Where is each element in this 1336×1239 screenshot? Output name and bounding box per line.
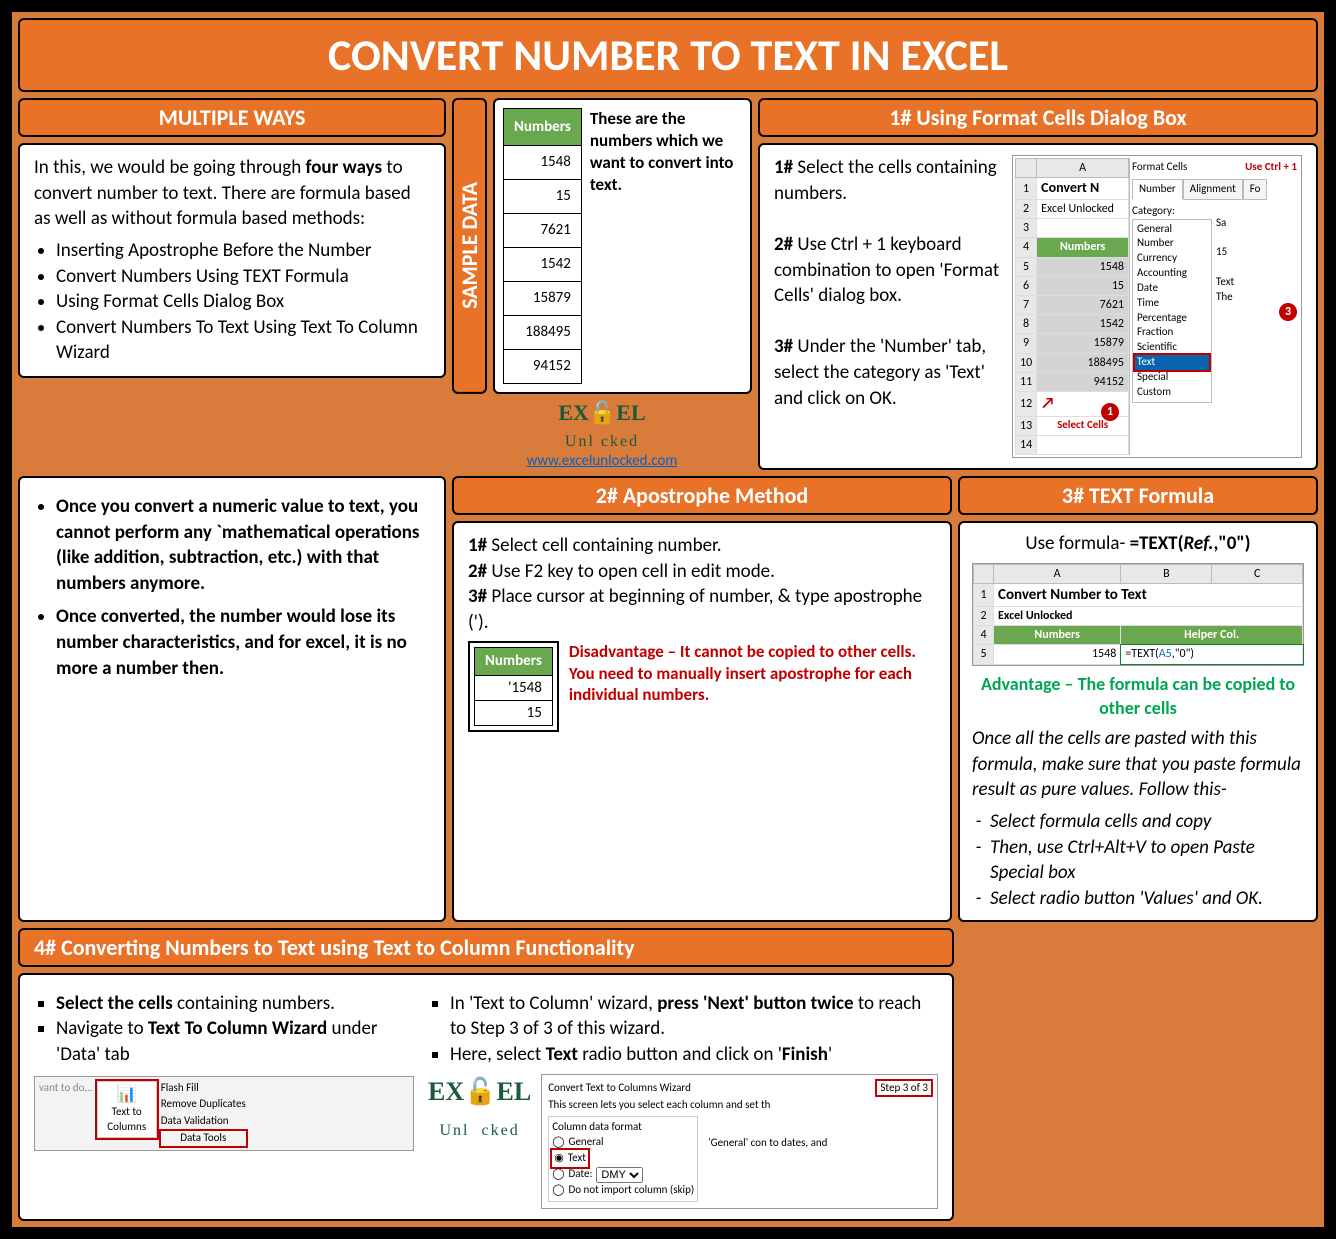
method-1-section: 1# Using Format Cells Dialog Box 1# Sele… bbox=[758, 98, 1318, 470]
list-item: Convert Numbers Using TEXT Formula bbox=[56, 264, 430, 290]
text-to-columns-button[interactable]: 📊 Text to Columns bbox=[97, 1081, 157, 1138]
sample-cell: 1542 bbox=[504, 247, 582, 281]
method-1-steps: 1# Select the cells containing numbers. … bbox=[774, 155, 1004, 458]
row-1: MULTIPLE WAYS In this, we would be going… bbox=[18, 98, 1318, 470]
disadvantage-text: Disadvantage – It cannot be copied to ot… bbox=[569, 641, 936, 705]
notes-box: Once you convert a numeric value to text… bbox=[18, 476, 446, 922]
method-2-section: 2# Apostrophe Method 1# Select cell cont… bbox=[452, 476, 952, 922]
sample-table: Numbers 1548 15 7621 1542 15879 188495 9… bbox=[503, 108, 582, 384]
tab-font[interactable]: Fo bbox=[1243, 179, 1268, 200]
methods-list: Inserting Apostrophe Before the Number C… bbox=[34, 238, 430, 366]
note-item: Once converted, the number would lose it… bbox=[56, 604, 430, 681]
method-1-body: 1# Select the cells containing numbers. … bbox=[758, 143, 1318, 470]
badge-1: 1 bbox=[1101, 403, 1119, 421]
data-tools-group: Data Tools bbox=[161, 1131, 246, 1146]
paste-special-steps: Select formula cells and copy Then, use … bbox=[972, 809, 1304, 912]
sample-data-label: SAMPLE DATA bbox=[452, 98, 487, 394]
sample-data-box: Numbers 1548 15 7621 1542 15879 188495 9… bbox=[493, 98, 752, 394]
note-item: Once you convert a numeric value to text… bbox=[56, 494, 430, 597]
method-4-left: Select the cells containing numbers. Nav… bbox=[34, 985, 414, 1209]
advantage-text: Advantage – The formula can be copied to… bbox=[972, 672, 1304, 721]
list-item: Inserting Apostrophe Before the Number bbox=[56, 238, 430, 264]
sample-cell: 15879 bbox=[504, 281, 582, 315]
method-3-note: Once all the cells are pasted with this … bbox=[972, 726, 1304, 803]
category-list[interactable]: General Number Currency Accounting Date … bbox=[1132, 219, 1212, 403]
logo-block: EX🔓EL Unl cked www.excelunlocked.com bbox=[452, 400, 752, 470]
list-item: Convert Numbers To Text Using Text To Co… bbox=[56, 315, 430, 366]
apostrophe-mock: Numbers '1548 15 bbox=[468, 641, 559, 732]
wizard-mock: Convert Text to Columns Wizard Step 3 of… bbox=[541, 1074, 938, 1209]
text-radio[interactable]: ◉ Text bbox=[552, 1150, 588, 1167]
method-1-header: 1# Using Format Cells Dialog Box bbox=[758, 98, 1318, 137]
sample-caption: These are the numbers which we want to c… bbox=[590, 108, 742, 384]
badge-3: 3 bbox=[1279, 303, 1297, 321]
list-item: Using Format Cells Dialog Box bbox=[56, 289, 430, 315]
method-4-right: In 'Text to Column' wizard, press 'Next'… bbox=[428, 985, 938, 1209]
sample-data-section: SAMPLE DATA Numbers 1548 15 7621 1542 15… bbox=[452, 98, 752, 470]
multiple-ways-header: MULTIPLE WAYS bbox=[18, 98, 446, 137]
multiple-ways-body: In this, we would be going through four … bbox=[18, 143, 446, 378]
website-link[interactable]: www.excelunlocked.com bbox=[452, 452, 752, 470]
sample-cell: 15 bbox=[504, 179, 582, 213]
multiple-ways-section: MULTIPLE WAYS In this, we would be going… bbox=[18, 98, 446, 470]
sample-cell: 1548 bbox=[504, 145, 582, 179]
logo: EX🔓EL Unl cked bbox=[452, 400, 752, 452]
method-2-header: 2# Apostrophe Method bbox=[452, 476, 952, 515]
method-3-body: Use formula- =TEXT(Ref.,"0") ABC 1Conver… bbox=[958, 521, 1318, 922]
sample-cell: 94152 bbox=[504, 349, 582, 383]
date-format-select[interactable]: DMY bbox=[596, 1167, 643, 1183]
method-4-section: 4# Converting Numbers to Text using Text… bbox=[18, 928, 954, 1221]
sample-cell: 7621 bbox=[504, 213, 582, 247]
logo-2: EX🔓ELUnl cked bbox=[428, 1074, 531, 1144]
method-3-section: 3# TEXT Formula Use formula- =TEXT(Ref.,… bbox=[958, 476, 1318, 922]
sample-col-header: Numbers bbox=[504, 109, 582, 146]
sample-cell: 188495 bbox=[504, 315, 582, 349]
page-title: CONVERT NUMBER TO TEXT IN EXCEL bbox=[18, 18, 1318, 92]
method-3-header: 3# TEXT Formula bbox=[958, 476, 1318, 515]
row-2: Once you convert a numeric value to text… bbox=[18, 476, 1318, 922]
text-formula-mock: ABC 1Convert Number to Text 2Excel Unloc… bbox=[972, 563, 1304, 666]
tab-number[interactable]: Number bbox=[1132, 179, 1183, 199]
page: CONVERT NUMBER TO TEXT IN EXCEL MULTIPLE… bbox=[8, 8, 1328, 1231]
row-3: 4# Converting Numbers to Text using Text… bbox=[18, 928, 1318, 1221]
ribbon-mock: vant to do... 📊 Text to Columns Flash Fi… bbox=[34, 1076, 414, 1151]
intro-text: In this, we would be going through four … bbox=[34, 155, 430, 232]
format-cells-mock: A 1Convert N 2Excel Unlocked 3 4Numbers … bbox=[1012, 155, 1302, 458]
method-4-body: Select the cells containing numbers. Nav… bbox=[18, 973, 954, 1221]
tab-alignment[interactable]: Alignment bbox=[1183, 179, 1243, 200]
method-2-body: 1# Select cell containing number. 2# Use… bbox=[452, 521, 952, 922]
method-4-header: 4# Converting Numbers to Text using Text… bbox=[18, 928, 954, 967]
